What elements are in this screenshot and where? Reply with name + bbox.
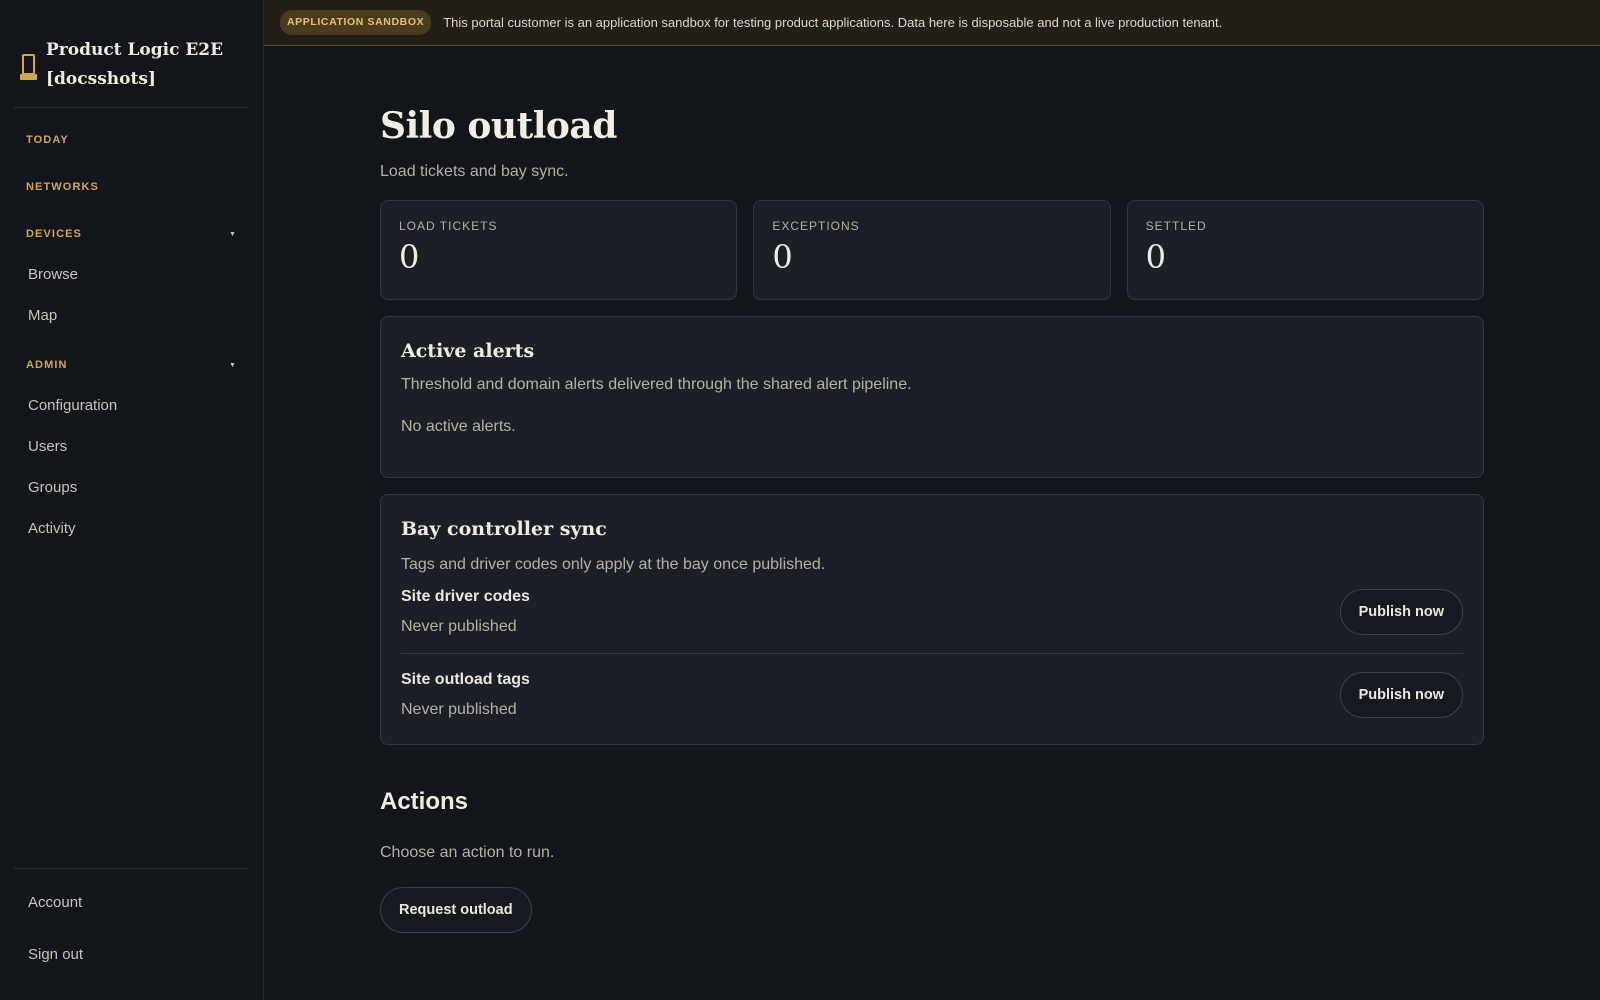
page-subtitle: Load tickets and bay sync. (380, 163, 569, 180)
sidebar: Product Logic E2E [docsshots] TODAY NETW… (0, 0, 264, 1000)
card-description: Threshold and domain alerts delivered th… (401, 376, 912, 393)
sandbox-banner: APPLICATION SANDBOX This portal customer… (264, 0, 1600, 46)
stat-value: 0 (399, 238, 420, 276)
sidebar-item-account[interactable]: Account (14, 893, 249, 913)
nav-section-admin-label: ADMIN (26, 359, 68, 371)
app: Product Logic E2E [docsshots] TODAY NETW… (0, 0, 1600, 1000)
sync-status: Never published (401, 701, 517, 718)
sync-row-driver-codes: Site driver codes Never published Publis… (401, 575, 1463, 653)
nav-section-networks-label: NETWORKS (26, 181, 99, 193)
sidebar-item-activity[interactable]: Activity (0, 519, 263, 539)
sidebar-item-groups[interactable]: Groups (0, 478, 263, 498)
card-title: Active alerts (401, 340, 535, 362)
sidebar-item-users[interactable]: Users (0, 437, 263, 457)
sync-name: Site outload tags (401, 671, 530, 688)
bay-sync-card: Bay controller sync Tags and driver code… (380, 494, 1484, 745)
sync-name: Site driver codes (401, 588, 530, 605)
actions-description: Choose an action to run. (380, 844, 555, 861)
empty-state: No active alerts. (401, 418, 516, 435)
stat-card-load-tickets: LOAD TICKETS 0 (380, 200, 738, 300)
request-outload-button[interactable]: Request outload (380, 887, 532, 933)
page-title: Silo outload (380, 105, 617, 147)
caret-down-icon: ▼ (228, 230, 237, 238)
stat-label: SETTLED (1145, 219, 1207, 233)
publish-driver-codes-button[interactable]: Publish now (1339, 589, 1463, 635)
sidebar-footer: Account Sign out (14, 868, 249, 997)
sidebar-item-configuration[interactable]: Configuration (0, 396, 263, 416)
nav-section-admin[interactable]: ADMIN ▼ (0, 355, 263, 375)
stat-card-settled: SETTLED 0 (1126, 200, 1484, 300)
brand-title: Product Logic E2E [docsshots] (46, 40, 224, 89)
stat-label: EXCEPTIONS (772, 219, 860, 233)
sandbox-badge: APPLICATION SANDBOX (280, 10, 432, 35)
nav-section-devices-label: DEVICES (26, 228, 82, 240)
active-alerts-card: Active alerts Threshold and domain alert… (380, 316, 1484, 478)
stat-value: 0 (772, 238, 793, 276)
publish-outload-tags-button[interactable]: Publish now (1339, 672, 1463, 718)
brand[interactable]: Product Logic E2E [docsshots] (14, 0, 249, 108)
sidebar-nav: TODAY NETWORKS DEVICES ▼ Browse Map ADMI… (0, 108, 263, 539)
silo-icon (18, 54, 40, 82)
nav-section-devices[interactable]: DEVICES ▼ (0, 224, 263, 244)
card-description: Tags and driver codes only apply at the … (401, 556, 826, 573)
caret-down-icon: ▼ (228, 361, 237, 369)
nav-section-today[interactable]: TODAY (0, 130, 263, 150)
stat-value: 0 (1145, 238, 1167, 276)
sync-status: Never published (401, 618, 517, 635)
nav-section-today-label: TODAY (26, 134, 69, 146)
actions-title: Actions (380, 788, 469, 815)
card-title: Bay controller sync (401, 518, 607, 540)
sidebar-item-sign-out[interactable]: Sign out (14, 945, 249, 965)
page-content: Silo outload Load tickets and bay sync. … (380, 46, 1484, 933)
sync-row-outload-tags: Site outload tags Never published Publis… (401, 653, 1463, 724)
stats-row: LOAD TICKETS 0 EXCEPTIONS 0 SETTLED 0 (380, 200, 1484, 300)
sidebar-item-browse[interactable]: Browse (0, 265, 263, 285)
nav-section-networks[interactable]: NETWORKS (0, 177, 263, 197)
sync-row-info: Site driver codes Never published (401, 587, 530, 637)
main: APPLICATION SANDBOX This portal customer… (264, 0, 1600, 1000)
sidebar-item-map[interactable]: Map (0, 306, 263, 326)
banner-text: This portal customer is an application s… (443, 15, 1223, 30)
stat-card-exceptions: EXCEPTIONS 0 (753, 200, 1111, 300)
stat-label: LOAD TICKETS (399, 219, 498, 233)
sync-row-info: Site outload tags Never published (401, 670, 530, 720)
